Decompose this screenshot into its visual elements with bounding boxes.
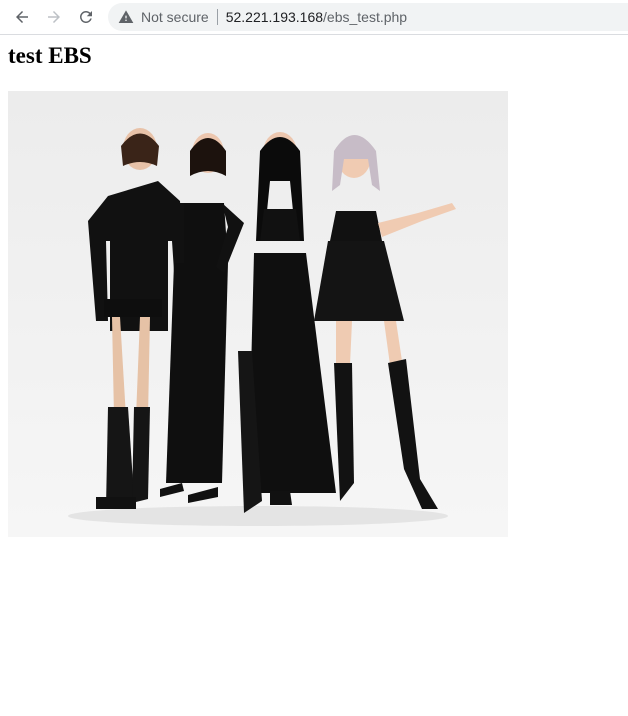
url-text[interactable]: 52.221.193.168/ebs_test.php <box>226 9 407 25</box>
forward-arrow-icon <box>48 11 60 23</box>
forward-button[interactable] <box>41 4 67 30</box>
browser-toolbar: Not secure 52.221.193.168/ebs_test.php <box>0 0 628 35</box>
url-host: 52.221.193.168 <box>225 9 324 25</box>
warning-icon[interactable] <box>118 9 134 25</box>
group-photo <box>8 91 508 537</box>
security-label[interactable]: Not secure <box>141 9 209 25</box>
page-title: test EBS <box>8 43 92 68</box>
group-photo-illustration <box>8 91 508 537</box>
back-arrow-icon <box>16 11 28 23</box>
omnibox-divider <box>216 9 218 25</box>
url-path: /ebs_test.php <box>323 9 408 25</box>
reload-icon <box>79 10 92 23</box>
address-bar[interactable]: Not secure 52.221.193.168/ebs_test.php <box>108 3 628 31</box>
reload-button[interactable] <box>73 4 99 30</box>
back-button[interactable] <box>9 4 35 30</box>
